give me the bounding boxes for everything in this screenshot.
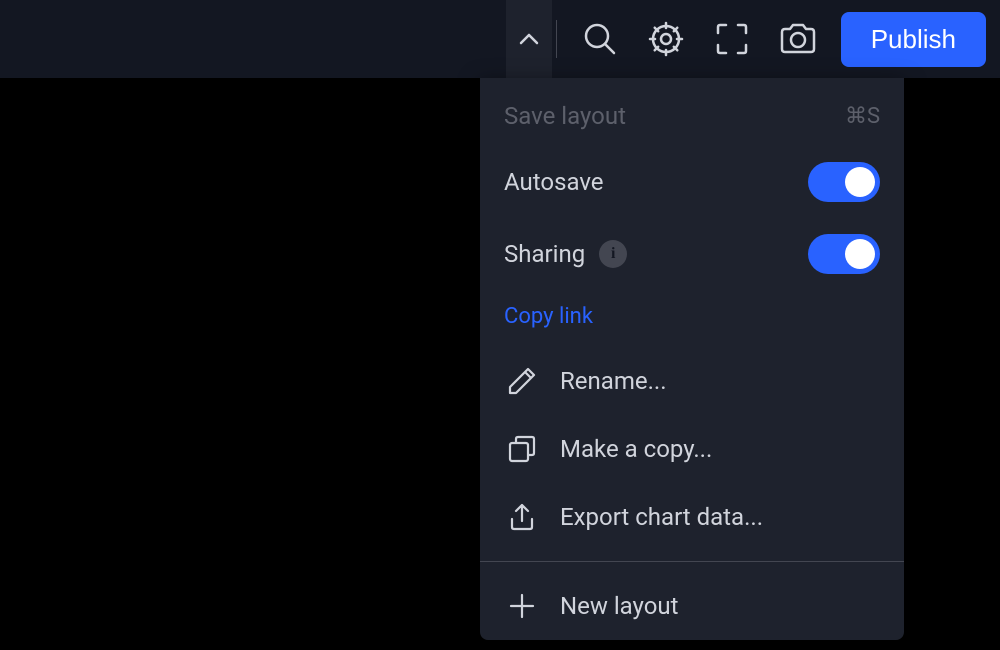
autosave-item: Autosave	[480, 146, 904, 218]
save-shortcut: ⌘S	[845, 104, 880, 129]
new-layout-label: New layout	[560, 592, 679, 620]
gear-icon	[647, 20, 685, 58]
save-layout-label: Save layout	[504, 102, 626, 130]
new-layout-item[interactable]: New layout	[480, 572, 904, 640]
autosave-toggle[interactable]	[808, 162, 880, 202]
make-copy-label: Make a copy...	[560, 435, 712, 463]
toggle-knob	[845, 239, 875, 269]
copy-link-item[interactable]: Copy link	[480, 290, 904, 347]
screenshot-button[interactable]	[767, 8, 829, 70]
sharing-toggle[interactable]	[808, 234, 880, 274]
layout-menu-toggle[interactable]	[506, 0, 552, 78]
menu-divider	[480, 561, 904, 562]
fullscreen-button[interactable]	[701, 8, 763, 70]
pencil-icon	[504, 363, 540, 399]
export-icon	[504, 499, 540, 535]
settings-button[interactable]	[635, 8, 697, 70]
publish-button[interactable]: Publish	[841, 12, 986, 67]
rename-item[interactable]: Rename...	[480, 347, 904, 415]
copy-icon	[504, 431, 540, 467]
save-layout-item: Save layout ⌘S	[480, 86, 904, 146]
export-chart-item[interactable]: Export chart data...	[480, 483, 904, 551]
camera-icon	[778, 22, 818, 56]
rename-label: Rename...	[560, 367, 667, 395]
fullscreen-icon	[715, 22, 749, 56]
sharing-label: Sharing	[504, 240, 585, 268]
chevron-up-icon	[519, 33, 539, 45]
search-icon	[582, 21, 618, 57]
make-copy-item[interactable]: Make a copy...	[480, 415, 904, 483]
layout-dropdown-menu: Save layout ⌘S Autosave Sharing i Copy l…	[480, 78, 904, 640]
copy-link-label: Copy link	[504, 304, 593, 329]
toggle-knob	[845, 167, 875, 197]
top-toolbar: Publish	[0, 0, 1000, 78]
export-chart-label: Export chart data...	[560, 503, 763, 531]
plus-icon	[504, 588, 540, 624]
search-button[interactable]	[569, 8, 631, 70]
info-icon[interactable]: i	[599, 240, 627, 268]
sharing-item: Sharing i	[480, 218, 904, 290]
autosave-label: Autosave	[504, 168, 604, 196]
toolbar-divider	[556, 20, 557, 58]
